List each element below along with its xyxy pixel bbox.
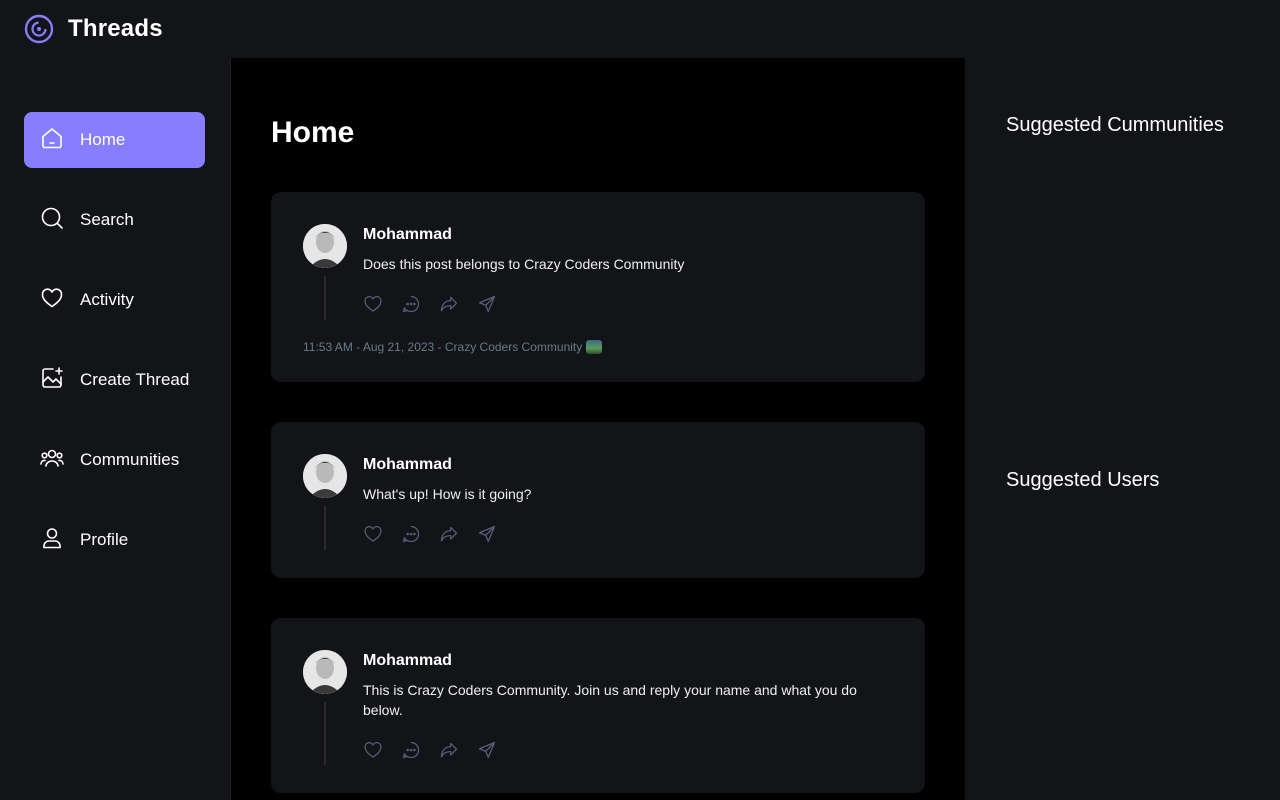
- page-title: Home: [271, 116, 355, 149]
- heart-icon[interactable]: [363, 294, 383, 319]
- create-image-icon: [40, 366, 64, 395]
- thread-actions: [363, 524, 893, 549]
- community-icon: [40, 446, 64, 475]
- author-name[interactable]: Mohammad: [363, 226, 893, 244]
- topbar: Threads: [0, 0, 1280, 58]
- sidebar-item-label: Profile: [80, 530, 129, 549]
- author-name[interactable]: Mohammad: [363, 456, 893, 474]
- right-sidebar: Suggested Cummunities Suggested Users: [965, 58, 1280, 800]
- sidebar-item-home[interactable]: Home: [24, 112, 205, 168]
- sidebar-item-activity[interactable]: Activity: [24, 272, 205, 328]
- thread-actions: [363, 294, 893, 319]
- thread-meta-text[interactable]: 11:53 AM - Aug 21, 2023 - Crazy Coders C…: [303, 340, 582, 354]
- repost-icon[interactable]: [439, 524, 459, 549]
- thread-line: [324, 276, 326, 320]
- share-icon[interactable]: [477, 294, 497, 319]
- thread-line: [324, 506, 326, 550]
- repost-icon[interactable]: [439, 294, 459, 319]
- heart-icon: [40, 286, 64, 315]
- home-icon: [40, 126, 64, 155]
- reply-icon[interactable]: [401, 740, 421, 765]
- sidebar-item-create-thread[interactable]: Create Thread: [24, 352, 205, 408]
- suggested-communities-heading: Suggested Cummunities: [1006, 114, 1224, 136]
- avatar[interactable]: [303, 650, 347, 694]
- thread-card: Mohammad What's up! How is it going?: [271, 422, 925, 578]
- thread-meta: 11:53 AM - Aug 21, 2023 - Crazy Coders C…: [303, 340, 893, 354]
- main-feed: Home Mohammad Does this post belongs to …: [230, 58, 965, 800]
- thread-actions: [363, 740, 893, 765]
- share-icon[interactable]: [477, 740, 497, 765]
- sidebar-item-label: Communities: [80, 450, 180, 469]
- sidebar-item-profile[interactable]: Profile: [24, 512, 205, 568]
- reply-icon[interactable]: [401, 524, 421, 549]
- community-image: [586, 340, 603, 354]
- author-name[interactable]: Mohammad: [363, 652, 893, 670]
- thread-content: This is Crazy Coders Community. Join us …: [363, 682, 857, 718]
- heart-icon[interactable]: [363, 740, 383, 765]
- thread-content: Does this post belongs to Crazy Coders C…: [363, 256, 685, 272]
- user-icon: [40, 526, 64, 555]
- app-title[interactable]: Threads: [68, 15, 163, 43]
- share-icon[interactable]: [477, 524, 497, 549]
- sidebar-item-label: Create Thread: [80, 370, 190, 389]
- search-icon: [40, 206, 64, 235]
- repost-icon[interactable]: [439, 740, 459, 765]
- thread-line: [324, 702, 326, 765]
- sidebar-item-label: Home: [80, 130, 126, 149]
- sidebar-item-search[interactable]: Search: [24, 192, 205, 248]
- thread-content: What's up! How is it going?: [363, 486, 532, 502]
- suggested-users-heading: Suggested Users: [1006, 469, 1160, 491]
- left-sidebar: Home Search Activity Create Thread Commu…: [0, 58, 230, 800]
- threads-logo-icon[interactable]: [24, 14, 54, 44]
- sidebar-item-label: Activity: [80, 290, 134, 309]
- heart-icon[interactable]: [363, 524, 383, 549]
- thread-card: Mohammad Does this post belongs to Crazy…: [271, 192, 925, 382]
- avatar[interactable]: [303, 224, 347, 268]
- reply-icon[interactable]: [401, 294, 421, 319]
- sidebar-item-label: Search: [80, 210, 134, 229]
- thread-card: Mohammad This is Crazy Coders Community.…: [271, 618, 925, 793]
- sidebar-item-communities[interactable]: Communities: [24, 432, 205, 488]
- avatar[interactable]: [303, 454, 347, 498]
